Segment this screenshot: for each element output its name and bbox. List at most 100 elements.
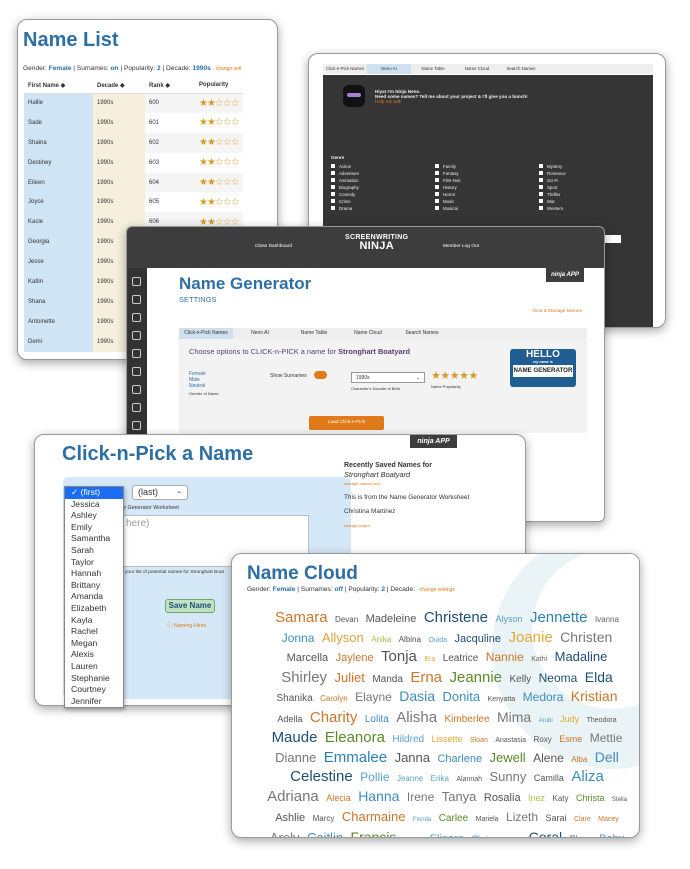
cloud-word[interactable]: Mariela (476, 816, 499, 823)
cloud-word[interactable]: Carlee (439, 813, 468, 824)
popularity-stars[interactable]: ★★★★★ (431, 369, 478, 382)
dropdown-option[interactable]: ✓ (first) (65, 487, 123, 499)
genre-checkbox[interactable]: Music (435, 198, 461, 205)
cloud-word[interactable]: Inez (528, 793, 545, 803)
ladder-icon[interactable] (132, 331, 141, 340)
tab-name-table[interactable]: Name Table (287, 328, 341, 339)
cloud-word[interactable]: Camilla (534, 773, 564, 783)
cloud-word[interactable]: Alannah (456, 776, 482, 783)
cloud-word[interactable]: Ivanna (595, 615, 619, 624)
cloud-word[interactable]: Ashlie (275, 812, 305, 824)
cloud-word[interactable]: Erna (410, 669, 442, 686)
tab-click-n-pick[interactable]: Click-n-Pick Names (179, 328, 233, 339)
genre-checkbox[interactable]: History (435, 184, 461, 191)
cloud-word[interactable]: Nannie (486, 650, 524, 664)
cloud-word[interactable]: Samara (275, 609, 328, 626)
dropdown-option[interactable]: Rachel (65, 626, 123, 638)
cloud-word[interactable]: Kathi (531, 656, 547, 663)
cloud-word[interactable]: Roxy (534, 735, 552, 744)
cloud-word[interactable]: Kimberlee (445, 714, 490, 725)
decade-select[interactable]: 1990s ⌄ (351, 372, 425, 383)
cloud-word[interactable]: Elinore (430, 833, 464, 837)
table-row[interactable]: Eileen 1990s 604 ★★☆☆☆ (24, 172, 243, 193)
cloud-word[interactable]: Devan (335, 615, 358, 624)
cloud-word[interactable]: Marcy (313, 814, 335, 823)
tab-neno-ai[interactable]: Neno AI (367, 64, 411, 74)
genre-col-3[interactable]: Mystery Romance Sci-Fi Sport Thriller War West… (539, 163, 566, 212)
dropdown-option[interactable]: Emily (65, 522, 123, 534)
cloud-word[interactable]: Shirley (281, 669, 327, 686)
gender-neutral[interactable]: Neutral (189, 383, 206, 389)
cloud-word[interactable]: Albina (399, 635, 421, 644)
cloud-word[interactable]: Alecia (326, 793, 351, 803)
genre-checkbox[interactable]: Horror (435, 191, 461, 198)
cloud-word[interactable]: Kristian (571, 688, 618, 704)
cloud-word[interactable]: Allyson (322, 630, 364, 645)
tab-click-n-pick[interactable]: Click-n-Pick Names (323, 64, 367, 74)
change-project-link[interactable]: change project (344, 521, 514, 530)
cloud-word[interactable]: Irene (407, 790, 434, 804)
cloud-word[interactable]: Dell (595, 749, 619, 765)
cloud-word[interactable]: Emmalee (324, 749, 387, 766)
genre-checkbox[interactable]: Biography (331, 184, 359, 191)
genre-checkbox[interactable]: Western (539, 205, 566, 212)
cloud-word[interactable]: Macey (598, 816, 619, 823)
cloud-word[interactable]: Marcella (287, 652, 329, 664)
gender-radios[interactable]: Female Male Neutral (189, 371, 206, 389)
help-link[interactable]: Help me with (375, 99, 402, 104)
cloud-word[interactable]: Charlene (437, 753, 482, 765)
genre-checkbox[interactable]: Action (331, 163, 359, 170)
view-manage-link[interactable]: View & Manage Names (532, 309, 582, 314)
cloud-word[interactable]: Adella (277, 714, 302, 724)
cloud-word[interactable]: Hildred (392, 734, 424, 745)
cloud-word[interactable]: Erika (431, 774, 449, 783)
cloud-word[interactable]: Rosalia (484, 792, 521, 804)
dropdown-option[interactable]: Kayla (65, 615, 123, 627)
cloud-word[interactable]: Pollie (360, 770, 389, 784)
list-icon[interactable] (132, 403, 141, 412)
genre-checkbox[interactable]: War (539, 198, 566, 205)
tab-name-table[interactable]: Name Table (411, 64, 455, 74)
load-click-n-pick-button[interactable]: Load Click-n-Pick (309, 416, 384, 430)
member-logout-link[interactable]: Member Log Out (443, 244, 479, 249)
cloud-word[interactable]: Francis (351, 829, 397, 837)
cloud-word[interactable]: Christene (424, 609, 488, 626)
first-name-dropdown[interactable]: ✓ (first) Jessica Ashley Emily Samantha Sarah… (64, 486, 124, 708)
cloud-word[interactable]: Esme (559, 734, 582, 744)
cloud-word[interactable]: Ouida (428, 637, 447, 644)
col-popularity[interactable]: Popularity (195, 78, 243, 94)
cloud-word[interactable]: Aliza (571, 768, 604, 785)
cloud-word[interactable]: Coral (529, 829, 562, 837)
dropdown-option[interactable]: Jessica (65, 499, 123, 511)
cloud-word[interactable]: Medora (523, 690, 564, 704)
close-dashboard-link[interactable]: Close Dashboard (255, 244, 292, 249)
dropdown-option[interactable]: Megan (65, 638, 123, 650)
cloud-word[interactable]: Charity (310, 709, 358, 726)
cloud-word[interactable]: Jennette (530, 609, 588, 626)
last-name-select[interactable]: (last) ⌄ (132, 485, 188, 500)
genre-checkbox[interactable]: Animation (331, 177, 359, 184)
cloud-word[interactable]: Chris (471, 834, 492, 837)
genre-col-1[interactable]: Action Adventure Animation Biography Comedy C… (331, 163, 359, 212)
tab-name-cloud[interactable]: Name Cloud (455, 64, 499, 74)
ninja-icon[interactable] (132, 421, 141, 430)
cloud-word[interactable]: Manda (372, 674, 403, 685)
tab-search-names[interactable]: Search Names (499, 64, 543, 74)
table-row[interactable]: Destiney 1990s 603 ★★☆☆☆ (24, 152, 243, 173)
menu-icon[interactable] (132, 277, 141, 286)
tab-name-cloud[interactable]: Name Cloud (341, 328, 395, 339)
tab-search-names[interactable]: Search Names (395, 328, 449, 339)
dropdown-option[interactable]: Samantha (65, 533, 123, 545)
cloud-word[interactable]: Lizeth (506, 810, 538, 824)
naming-hints-link[interactable]: ⓘ Naming Hints (167, 621, 206, 629)
cloud-word[interactable]: Tonja (381, 648, 417, 665)
cloud-word[interactable]: Jacquline (455, 633, 501, 645)
page-icon[interactable] (132, 349, 141, 358)
cloud-word[interactable]: Kelly (509, 674, 531, 685)
cloud-word[interactable]: Christen (560, 629, 612, 645)
cloud-word[interactable]: Elda (585, 669, 613, 685)
genre-checkbox[interactable]: Adventure (331, 170, 359, 177)
genre-checkbox[interactable]: Drama (331, 205, 359, 212)
genre-col-2[interactable]: Family Fantasy Film-Noir History Horror Music… (435, 163, 461, 212)
cloud-word[interactable]: Kenyatta (488, 696, 516, 703)
